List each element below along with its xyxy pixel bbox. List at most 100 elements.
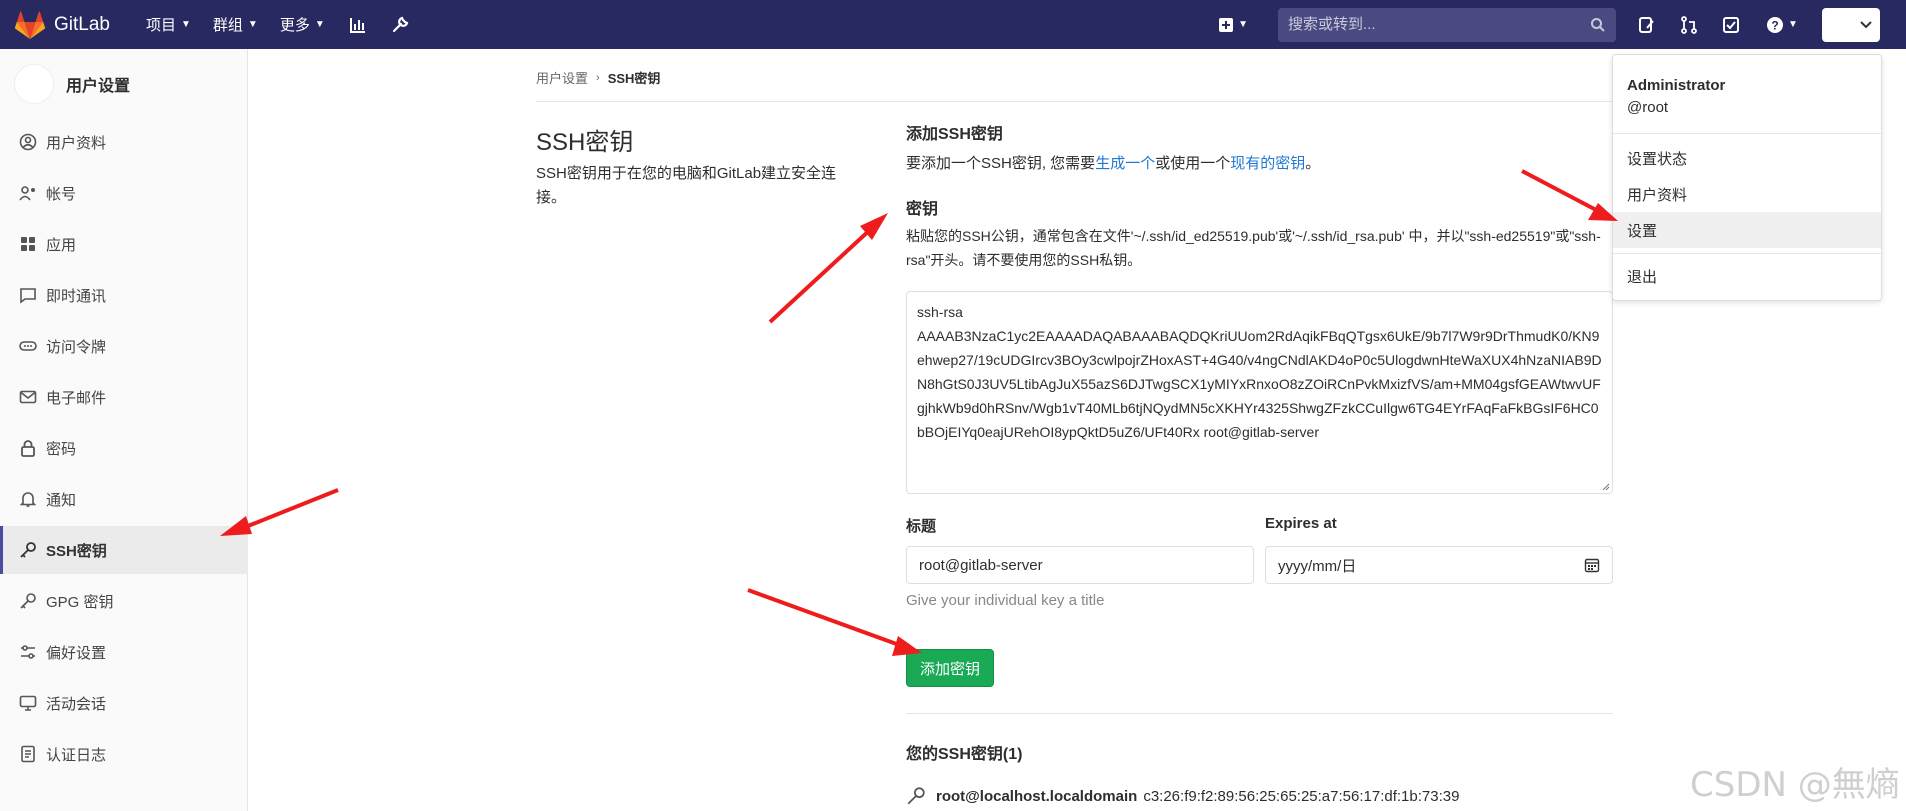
sidebar-item-chat[interactable]: 即时通讯 <box>0 271 248 319</box>
monitor-icon <box>18 693 38 713</box>
help-dropdown[interactable]: ? ▼ <box>1762 14 1802 36</box>
search-icon <box>1591 17 1605 32</box>
gitlab-logo[interactable]: GitLab <box>14 10 110 40</box>
sidebar-item-auth-log[interactable]: 认证日志 <box>0 730 248 778</box>
sidebar-item-account[interactable]: 帐号 <box>0 169 248 217</box>
nav-more-menu[interactable]: 更多 ▼ <box>280 14 325 35</box>
help-icon: ? <box>1767 16 1784 33</box>
chevron-down-icon <box>1860 20 1872 28</box>
add-desc-text: 。 <box>1305 155 1321 172</box>
sidebar-item-label: 电子邮件 <box>46 389 107 407</box>
breadcrumb-current[interactable]: SSH密钥 <box>608 68 661 87</box>
sidebar-item-label: GPG 密钥 <box>46 593 114 611</box>
bell-icon <box>18 489 38 509</box>
existing-key-link[interactable]: 现有的密钥 <box>1230 155 1305 172</box>
menu-item-profile[interactable]: 用户资料 <box>1613 176 1881 212</box>
log-icon <box>18 744 38 764</box>
svg-text:?: ? <box>1771 18 1778 32</box>
title-input[interactable]: root@gitlab-server <box>906 546 1254 584</box>
resize-handle-icon[interactable] <box>1600 481 1610 491</box>
nav-projects-menu[interactable]: 项目 ▼ <box>146 14 191 35</box>
calendar-icon[interactable] <box>1584 557 1600 573</box>
user-username: @root <box>1627 99 1669 116</box>
expires-label: Expires at <box>1265 515 1337 532</box>
expires-placeholder: yyyy/mm/日 <box>1278 557 1357 575</box>
account-gear-icon <box>18 183 38 203</box>
avatar <box>14 64 54 104</box>
user-circle-icon <box>18 132 38 152</box>
key-icon <box>18 591 38 611</box>
sidebar-item-password[interactable]: 密码 <box>0 424 248 472</box>
sidebar-item-label: 活动会话 <box>46 695 107 713</box>
sidebar-item-label: 偏好设置 <box>46 644 107 662</box>
sidebar-item-label: 帐号 <box>46 185 77 203</box>
search-input[interactable] <box>1288 16 1590 33</box>
sidebar-item-preferences[interactable]: 偏好设置 <box>0 628 248 676</box>
sidebar-item-gpg-keys[interactable]: GPG 密钥 <box>0 577 248 625</box>
sidebar-item-applications[interactable]: 应用 <box>0 220 248 268</box>
user-avatar-dropdown[interactable] <box>1822 7 1880 42</box>
add-desc-text: 或使用一个 <box>1155 155 1231 172</box>
activity-chart-icon[interactable] <box>347 14 369 36</box>
sidebar-header[interactable]: 用户设置 <box>0 49 247 119</box>
add-key-title: 添加SSH密钥 <box>906 126 1003 143</box>
sidebar-item-label: 应用 <box>46 236 77 254</box>
title-help-text: Give your individual key a title <box>906 592 1105 609</box>
merge-request-icon[interactable] <box>1678 14 1700 36</box>
menu-item-sign-out[interactable]: 退出 <box>1613 258 1881 294</box>
add-desc-text: 要添加一个SSH密钥, 您需要 <box>906 155 1096 172</box>
divider <box>906 713 1613 714</box>
sidebar-item-label: SSH密钥 <box>46 542 107 560</box>
breadcrumb-parent-link[interactable]: 用户设置 <box>536 68 588 87</box>
page-title: SSH密钥 <box>536 129 634 156</box>
sidebar-item-label: 用户资料 <box>46 134 107 152</box>
sidebar-item-emails[interactable]: 电子邮件 <box>0 373 248 421</box>
sidebar-item-label: 密码 <box>46 440 77 458</box>
ssh-key-value: ssh-rsa AAAAB3NzaC1yc2EAAAADAQABAAABAQDQ… <box>917 304 1602 440</box>
chevron-down-icon: ▼ <box>314 19 325 30</box>
search-box[interactable] <box>1278 7 1616 42</box>
plus-square-icon <box>1219 17 1234 32</box>
issues-icon[interactable] <box>1636 14 1658 36</box>
new-item-dropdown[interactable]: ▼ <box>1218 17 1248 33</box>
gitlab-tanuki-icon <box>14 10 46 39</box>
red-arrow-icon <box>747 588 922 656</box>
generate-key-link[interactable]: 生成一个 <box>1095 155 1155 172</box>
red-arrow-icon <box>768 213 888 324</box>
sidebar-title: 用户设置 <box>66 78 131 95</box>
menu-item-set-status[interactable]: 设置状态 <box>1613 140 1881 176</box>
ssh-key-textarea[interactable]: ssh-rsa AAAAB3NzaC1yc2EAAAADAQABAAABAQDQ… <box>906 291 1613 494</box>
sidebar-item-active-sessions[interactable]: 活动会话 <box>0 679 248 727</box>
admin-wrench-icon[interactable] <box>389 14 411 36</box>
chat-icon <box>18 285 38 305</box>
grid-icon <box>18 234 38 254</box>
lock-icon <box>18 438 38 458</box>
sidebar-item-profile[interactable]: 用户资料 <box>0 118 248 166</box>
sidebar-item-label: 通知 <box>46 491 77 509</box>
sidebar-item-label: 即时通讯 <box>46 287 107 305</box>
watermark: CSDN @無熵 <box>1690 765 1900 805</box>
user-display-name: Administrator <box>1627 77 1726 94</box>
list-item[interactable]: root@localhost.localdomain c3:26:f9:f2:8… <box>906 786 1459 806</box>
navbar-right: ▼ ? ▼ <box>1218 0 1906 49</box>
todo-icon[interactable] <box>1720 14 1742 36</box>
title-input-value: root@gitlab-server <box>919 556 1043 574</box>
sidebar-item-ssh-keys[interactable]: SSH密钥 <box>0 526 248 574</box>
key-name[interactable]: root@localhost.localdomain <box>936 788 1137 805</box>
sidebar-item-notifications[interactable]: 通知 <box>0 475 248 523</box>
add-key-description: 要添加一个SSH密钥, 您需要生成一个或使用一个现有的密钥。 <box>906 152 1613 173</box>
user-dropdown-menu: Administrator @root 设置状态 用户资料 设置 退出 <box>1612 54 1882 301</box>
key-icon <box>907 787 925 805</box>
mail-icon <box>18 387 38 407</box>
expires-date-input[interactable]: yyyy/mm/日 <box>1265 546 1613 584</box>
your-keys-heading: 您的SSH密钥(1) <box>906 746 1023 763</box>
sidebar-item-access-tokens[interactable]: 访问令牌 <box>0 322 248 370</box>
title-label: 标题 <box>906 518 937 535</box>
divider <box>1613 133 1881 134</box>
divider <box>536 101 1613 102</box>
nav-groups-menu[interactable]: 群组 ▼ <box>213 14 258 35</box>
chevron-down-icon: ▼ <box>1788 19 1798 30</box>
menu-item-settings[interactable]: 设置 <box>1613 212 1881 248</box>
chevron-down-icon: ▼ <box>247 19 258 30</box>
add-key-button[interactable]: 添加密钥 <box>906 649 994 687</box>
